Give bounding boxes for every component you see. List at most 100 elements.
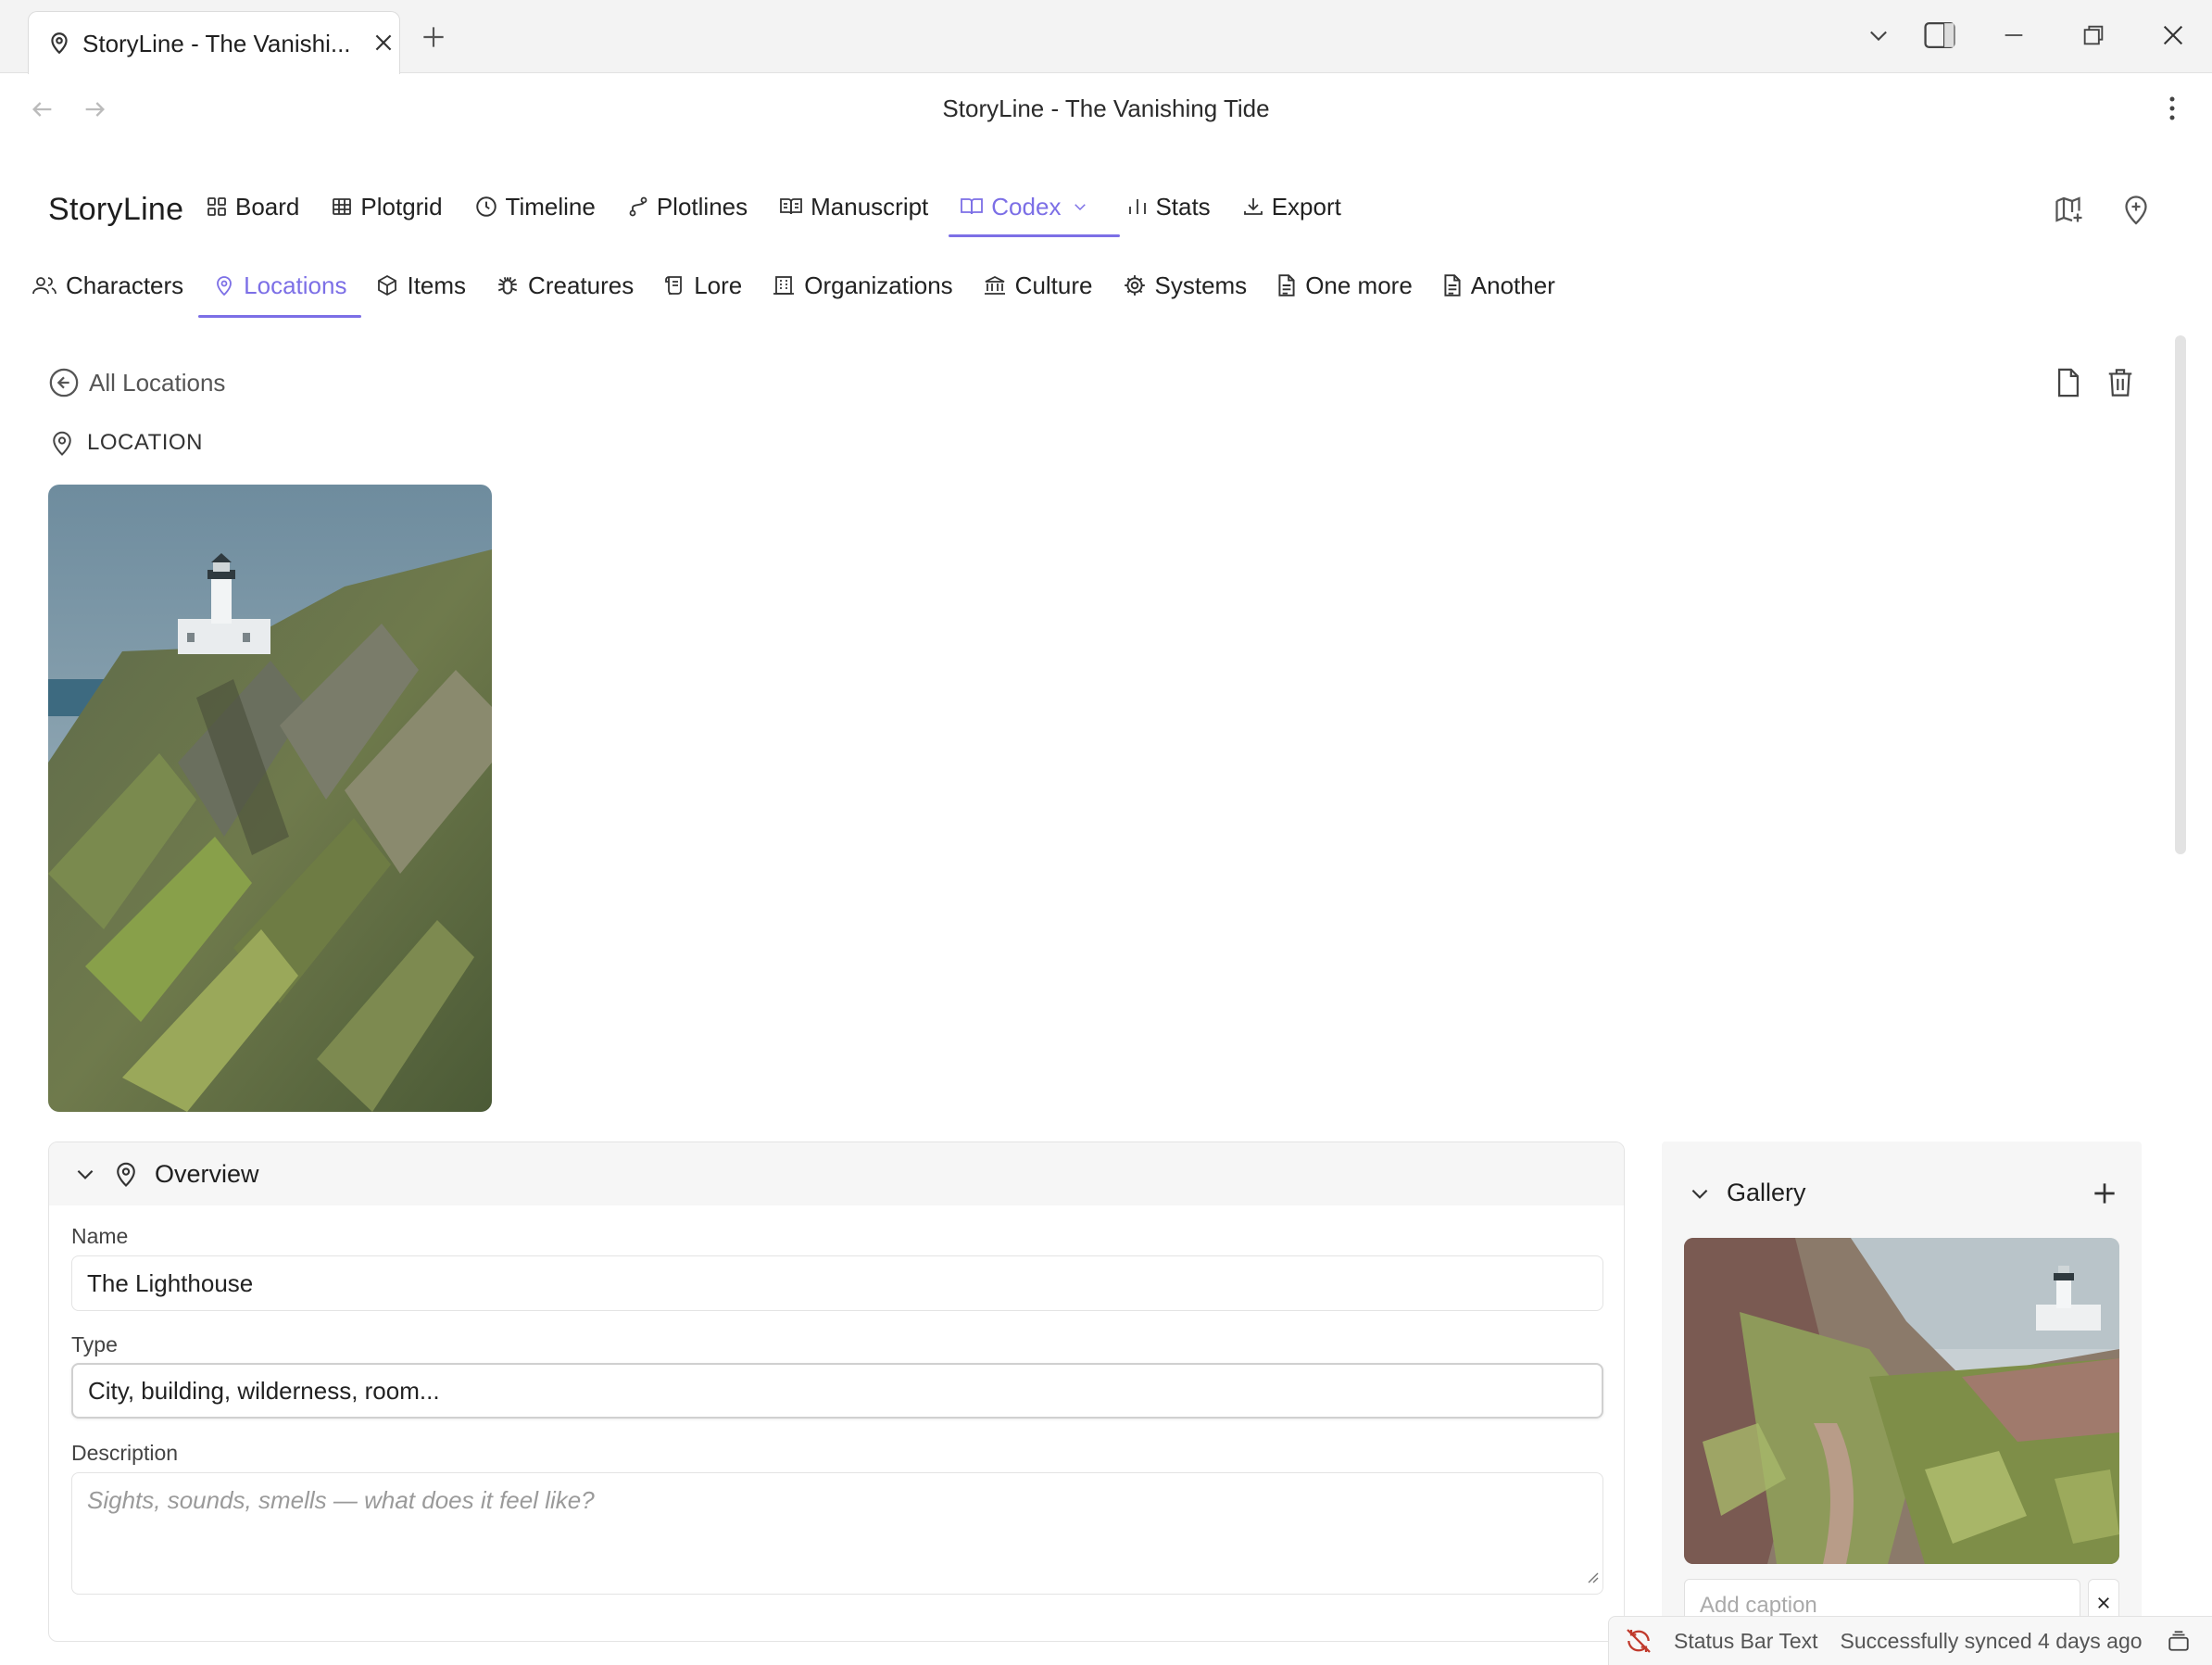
chevron-down-icon <box>1691 1189 1708 1199</box>
book-icon <box>961 198 984 215</box>
overview-title: Overview <box>155 1159 259 1188</box>
type-label: Type <box>71 1332 118 1356</box>
codex-tab-items[interactable]: Items <box>376 264 466 307</box>
grid-icon <box>333 198 352 215</box>
nav-plotgrid[interactable]: Plotgrid <box>331 185 457 228</box>
file-text-icon <box>1444 274 1461 296</box>
download-icon <box>1243 198 1263 215</box>
caption-placeholder: Add caption <box>1700 1593 1817 1618</box>
codex-tab-culture-label: Culture <box>1014 271 1093 299</box>
codex-tab-one-more[interactable]: One more <box>1276 264 1413 307</box>
sync-status: Successfully synced 4 days ago <box>1840 1628 2143 1653</box>
close-tab-icon[interactable] <box>371 31 396 59</box>
codex-tab-characters-label: Characters <box>66 271 184 299</box>
box-icon <box>378 274 397 296</box>
map-pin-icon <box>53 431 71 456</box>
codex-tab-lore-label: Lore <box>694 271 743 299</box>
codex-tab-locations[interactable]: Locations <box>198 264 362 318</box>
overview-header[interactable]: Overview <box>49 1142 1624 1205</box>
app-brand: StoryLine <box>48 192 184 227</box>
codex-tab-creatures[interactable]: Creatures <box>496 264 634 307</box>
scroll-icon <box>665 276 683 295</box>
main-nav: Board Plotgrid Timeline Plotlines Manusc… <box>206 185 1373 237</box>
nav-export[interactable]: Export <box>1242 185 1356 228</box>
nav-board[interactable]: Board <box>206 185 314 228</box>
restore-icon[interactable] <box>2080 22 2106 53</box>
clock-icon <box>475 196 496 217</box>
codex-tab-creatures-label: Creatures <box>528 271 635 299</box>
browser-tab-title: StoryLine - The Vanishi... <box>82 30 351 57</box>
name-input[interactable]: The Lighthouse <box>71 1255 1603 1311</box>
map-pin-icon <box>47 31 71 59</box>
nav-codex[interactable]: Codex <box>949 185 1121 237</box>
codex-tab-characters[interactable]: Characters <box>31 264 183 307</box>
layers-icon[interactable] <box>2167 1628 2191 1654</box>
location-hero-image[interactable] <box>48 485 492 1112</box>
chevron-down-icon <box>1075 204 1087 211</box>
back-link-label: All Locations <box>89 368 226 397</box>
browser-tab-strip: StoryLine - The Vanishi... <box>0 0 2212 74</box>
overview-panel: Overview Name The Lighthouse Type City, … <box>48 1142 1625 1642</box>
minimize-icon[interactable] <box>2001 22 2027 53</box>
landmark-icon <box>984 275 1005 295</box>
gallery-header[interactable]: Gallery <box>1688 1179 1806 1207</box>
codex-tab-locations-label: Locations <box>244 271 347 299</box>
status-bar: Status Bar Text Successfully synced 4 da… <box>1608 1616 2212 1665</box>
status-bar-text: Status Bar Text <box>1674 1628 1818 1653</box>
new-tab-icon[interactable] <box>419 22 448 57</box>
chevron-down-icon <box>77 1169 94 1179</box>
resize-grip-icon[interactable] <box>1584 1561 1599 1590</box>
users-icon <box>32 277 57 295</box>
codex-tab-systems-label: Systems <box>1154 271 1248 299</box>
back-to-all-locations[interactable]: All Locations <box>48 367 225 398</box>
browser-tab[interactable]: StoryLine - The Vanishi... <box>28 11 400 74</box>
plus-icon[interactable] <box>2090 1179 2119 1213</box>
add-location-icon[interactable] <box>2119 193 2153 231</box>
codex-tab-organizations[interactable]: Organizations <box>772 264 953 307</box>
branch-icon <box>629 196 647 217</box>
scrollbar-thumb[interactable] <box>2175 335 2186 854</box>
cog-icon <box>1124 275 1145 296</box>
map-add-icon[interactable] <box>2053 193 2086 231</box>
close-window-icon[interactable] <box>2160 22 2186 53</box>
codex-tab-lore[interactable]: Lore <box>663 264 742 307</box>
trash-icon[interactable] <box>2106 367 2134 403</box>
codex-tab-another-label: Another <box>1470 271 1555 299</box>
codex-tab-culture[interactable]: Culture <box>983 264 1093 307</box>
description-placeholder: Sights, sounds, smells — what does it fe… <box>87 1486 595 1514</box>
sidebar-toggle-icon[interactable] <box>1923 20 1956 55</box>
chevron-down-icon[interactable] <box>1866 22 1892 53</box>
nav-stats-label: Stats <box>1155 192 1211 221</box>
file-text-icon <box>1278 274 1295 296</box>
browser-toolbar: StoryLine - The Vanishing Tide <box>0 74 2212 146</box>
nav-board-label: Board <box>235 192 300 221</box>
codex-tab-systems[interactable]: Systems <box>1123 264 1248 307</box>
nav-codex-label: Codex <box>991 192 1062 221</box>
nav-plotlines[interactable]: Plotlines <box>627 185 762 228</box>
nav-timeline[interactable]: Timeline <box>474 185 610 228</box>
description-label: Description <box>71 1441 179 1465</box>
building-icon <box>773 276 795 295</box>
gallery-image[interactable] <box>1684 1238 2119 1564</box>
gallery-title: Gallery <box>1727 1179 1806 1206</box>
more-vertical-icon[interactable] <box>2168 95 2177 127</box>
bar-chart-icon <box>1129 199 1147 214</box>
nav-manuscript[interactable]: Manuscript <box>779 185 943 228</box>
entry-kind: LOCATION <box>48 428 203 458</box>
file-icon[interactable] <box>2055 367 2082 403</box>
description-textarea[interactable]: Sights, sounds, smells — what does it fe… <box>71 1472 1603 1595</box>
nav-plotgrid-label: Plotgrid <box>360 192 443 221</box>
nav-stats[interactable]: Stats <box>1127 185 1225 228</box>
codex-tab-items-label: Items <box>407 271 467 299</box>
codex-tab-one-more-label: One more <box>1305 271 1413 299</box>
gallery-panel: Gallery Add caption <box>1662 1142 2142 1642</box>
name-label: Name <box>71 1224 129 1248</box>
sync-off-icon[interactable] <box>1624 1626 1653 1656</box>
codex-tab-another[interactable]: Another <box>1442 264 1555 307</box>
board-icon <box>207 197 226 216</box>
circle-arrow-left-icon <box>49 368 79 397</box>
close-icon <box>2098 1597 2109 1608</box>
nav-plotlines-label: Plotlines <box>656 192 748 221</box>
nav-export-label: Export <box>1271 192 1341 221</box>
type-input[interactable]: City, building, wilderness, room... <box>71 1363 1603 1419</box>
